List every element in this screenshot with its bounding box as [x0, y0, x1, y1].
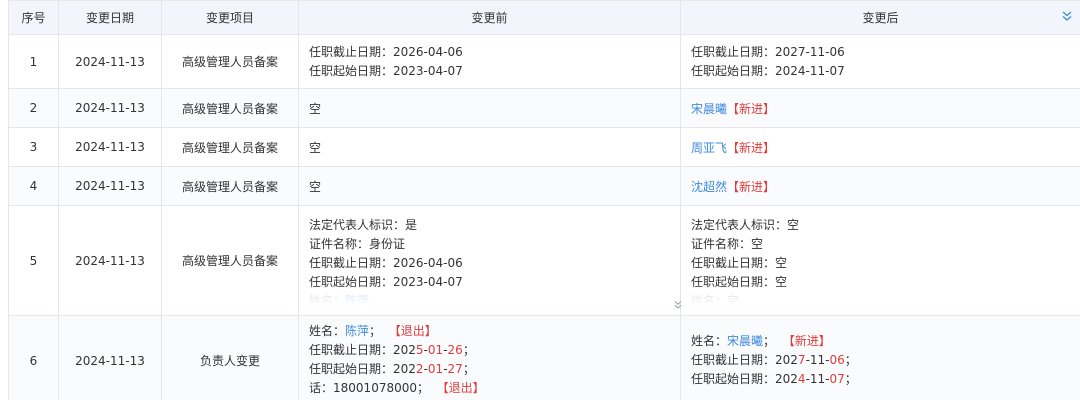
before-line: 任职起始日期：2023-04-07 — [309, 63, 463, 78]
cell-seq: 5 — [8, 205, 59, 316]
cell-seq: 1 — [8, 34, 59, 89]
after-line: 姓名：宋晨曦； 【新进】 — [691, 334, 831, 348]
cell-after: 沈超然【新进】 — [680, 166, 1080, 206]
cell-before: 空 — [298, 166, 681, 206]
after-line: 任职起始日期：2024-11-07 — [691, 63, 845, 78]
double-chevron-down-icon[interactable] — [1060, 10, 1074, 24]
cell-date: 2024-11-13 — [58, 166, 162, 206]
before-line: 姓名：陈萍； 【退出】 — [309, 324, 437, 338]
header-item: 变更项目 — [161, 0, 299, 35]
cell-date: 2024-11-13 — [58, 127, 162, 167]
table-row: 5 2024-11-13 高级管理人员备案 法定代表人标识：是 证件名称：身份证… — [8, 205, 1080, 316]
table-header-row: 序号 变更日期 变更项目 变更前 变更后 — [8, 0, 1080, 35]
header-date: 变更日期 — [58, 0, 162, 35]
person-name-link[interactable]: 宋晨曦 — [727, 334, 763, 348]
change-record-table-container: 序号 变更日期 变更项目 变更前 变更后 1 2024-11-13 高级管理人员… — [8, 0, 1080, 400]
cell-after: 姓名：宋晨曦； 【新进】 任职截止日期：2027-11-06； 任职起始日期：2… — [680, 315, 1080, 400]
header-before: 变更前 — [298, 0, 681, 35]
cell-after: 宋晨曦【新进】 — [680, 88, 1080, 128]
header-after-label: 变更后 — [862, 11, 899, 25]
cell-before: 姓名：陈萍； 【退出】 任职截止日期：2025-01-26； 任职起始日期：20… — [298, 315, 681, 400]
status-tag: 【新进】 — [727, 140, 776, 155]
after-line: 法定代表人标识：空 — [691, 217, 800, 232]
cell-after: 法定代表人标识：空 证件名称：空 任职截止日期：空 任职起始日期：空 姓名：空 — [674, 205, 1080, 316]
cell-seq: 6 — [8, 315, 59, 400]
cell-date: 2024-11-13 — [58, 88, 162, 128]
person-name-link[interactable]: 周亚飞 — [691, 141, 727, 155]
cell-before: 任职截止日期：2026-04-06 任职起始日期：2023-04-07 — [298, 34, 681, 89]
status-tag: 【退出】 — [436, 381, 485, 395]
after-line: 任职截止日期：2027-11-06 — [691, 44, 845, 59]
cell-date: 2024-11-13 — [58, 34, 162, 89]
cell-item: 高级管理人员备案 — [161, 166, 299, 206]
before-line: 姓名：陈萍 — [309, 293, 370, 306]
cell-date: 2024-11-13 — [58, 205, 162, 316]
after-line: 任职起始日期：空 — [691, 274, 788, 289]
status-tag: 【退出】 — [388, 324, 437, 338]
cell-seq: 2 — [8, 88, 59, 128]
cell-item: 负责人变更 — [161, 315, 299, 400]
cell-before: 空 — [298, 88, 681, 128]
before-line: 任职起始日期：2022-01-27； — [309, 362, 475, 376]
header-after: 变更后 — [680, 0, 1080, 35]
person-name-link[interactable]: 沈超然 — [691, 180, 727, 194]
before-line: 任职截止日期：2026-04-06 — [309, 44, 463, 59]
after-line: 姓名：空 — [691, 293, 740, 306]
cell-item: 高级管理人员备案 — [161, 205, 299, 316]
table-row: 2 2024-11-13 高级管理人员备案 空 宋晨曦【新进】 — [8, 88, 1080, 128]
cell-item: 高级管理人员备案 — [161, 88, 299, 128]
person-name-link[interactable]: 陈萍 — [345, 324, 369, 338]
cell-after: 任职截止日期：2027-11-06 任职起始日期：2024-11-07 — [680, 34, 1080, 89]
before-line: 任职起始日期：2023-04-07 — [309, 274, 463, 289]
status-tag: 【新进】 — [727, 101, 776, 116]
person-name-link[interactable]: 宋晨曦 — [691, 102, 727, 116]
status-tag: 【新进】 — [727, 179, 776, 194]
cell-item: 高级管理人员备案 — [161, 127, 299, 167]
cell-seq: 3 — [8, 127, 59, 167]
table-row: 6 2024-11-13 负责人变更 姓名：陈萍； 【退出】 任职截止日期：20… — [8, 315, 1080, 400]
cell-seq: 4 — [8, 166, 59, 206]
cell-date: 2024-11-13 — [58, 315, 162, 400]
collapsed-content: 法定代表人标识：是 证件名称：身份证 任职截止日期：2026-04-06 任职起… — [309, 216, 680, 306]
before-line: 任职截止日期：2025-01-26； — [309, 343, 475, 357]
before-line: 话：18001078000； 【退出】 — [309, 381, 485, 395]
after-line: 证件名称：空 — [691, 236, 764, 251]
after-line: 任职起始日期：2024-11-07； — [691, 372, 857, 386]
double-chevron-down-icon[interactable] — [673, 299, 683, 313]
cell-before: 空 — [298, 127, 681, 167]
before-line: 证件名称：身份证 — [309, 236, 406, 251]
header-seq: 序号 — [8, 0, 59, 35]
before-line: 任职截止日期：2026-04-06 — [309, 255, 463, 270]
cell-after: 周亚飞【新进】 — [680, 127, 1080, 167]
table-row: 1 2024-11-13 高级管理人员备案 任职截止日期：2026-04-06 … — [8, 34, 1080, 89]
after-line: 任职截止日期：空 — [691, 255, 788, 270]
status-tag: 【新进】 — [782, 334, 831, 348]
after-line: 任职截止日期：2027-11-06； — [691, 353, 857, 367]
change-record-table: 序号 变更日期 变更项目 变更前 变更后 1 2024-11-13 高级管理人员… — [8, 0, 1080, 400]
table-row: 4 2024-11-13 高级管理人员备案 空 沈超然【新进】 — [8, 166, 1080, 206]
cell-item: 高级管理人员备案 — [161, 34, 299, 89]
table-row: 3 2024-11-13 高级管理人员备案 空 周亚飞【新进】 — [8, 127, 1080, 167]
collapsed-content: 法定代表人标识：空 证件名称：空 任职截止日期：空 任职起始日期：空 姓名：空 — [691, 216, 1080, 306]
cell-before: 法定代表人标识：是 证件名称：身份证 任职截止日期：2026-04-06 任职起… — [298, 205, 681, 316]
before-line: 法定代表人标识：是 — [309, 217, 418, 232]
